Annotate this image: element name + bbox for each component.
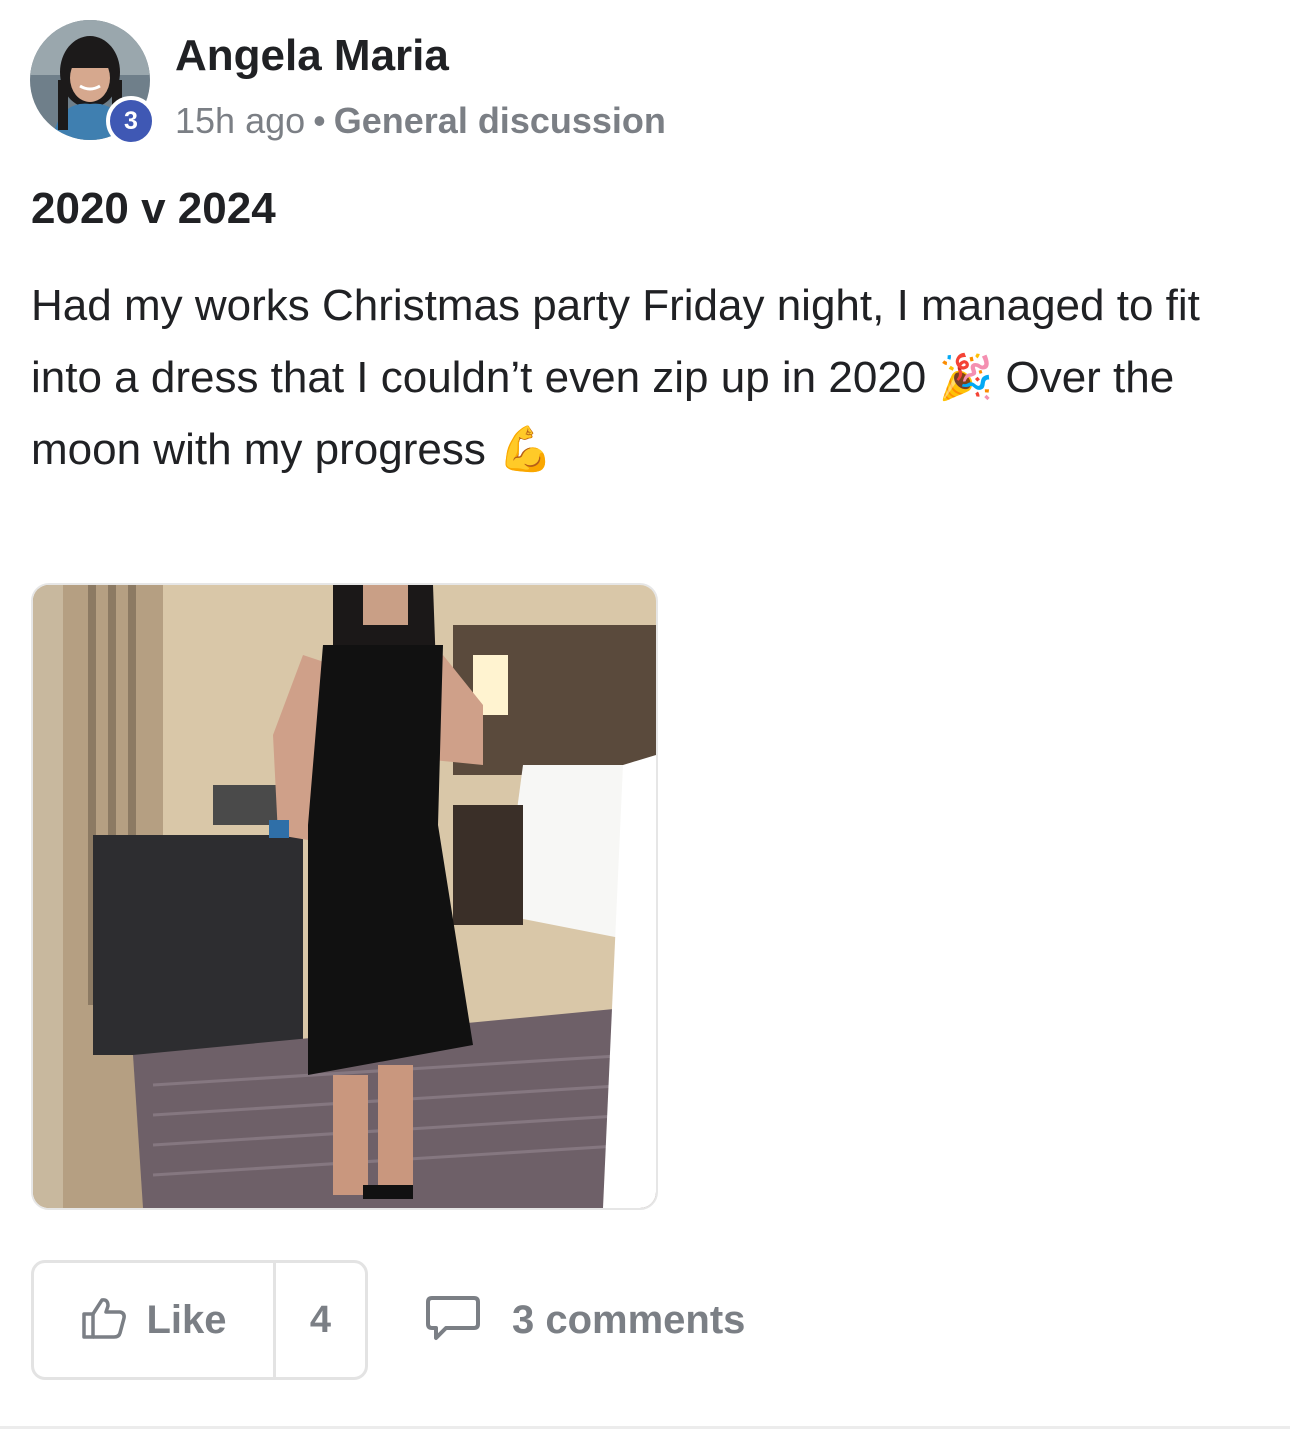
author-avatar-container[interactable]: 3 [30,20,156,146]
comments-label: 3 comments [512,1297,746,1342]
comments-button[interactable]: 3 comments [424,1290,745,1350]
like-group: Like 4 [31,1260,368,1380]
thumbs-up-icon [80,1296,128,1345]
post-category-link[interactable]: General discussion [334,100,666,141]
post-timestamp: 15h ago [175,100,306,141]
level-badge: 3 [106,96,156,146]
like-label: Like [146,1297,227,1342]
meta-separator: • [313,100,326,141]
post-body: Had my works Christmas party Friday nigh… [31,281,1200,474]
post-card: 3 Angela Maria 15h ago • General discussio… [0,0,1290,1429]
author-name[interactable]: Angela Maria [175,30,449,82]
comment-bubble-icon [424,1294,482,1347]
post-photo[interactable] [31,583,658,1210]
post-meta: 15h ago • General discussion [175,98,666,144]
post-title: 2020 v 2024 [31,184,276,233]
like-button[interactable]: Like [34,1263,276,1377]
like-count[interactable]: 4 [276,1263,365,1377]
